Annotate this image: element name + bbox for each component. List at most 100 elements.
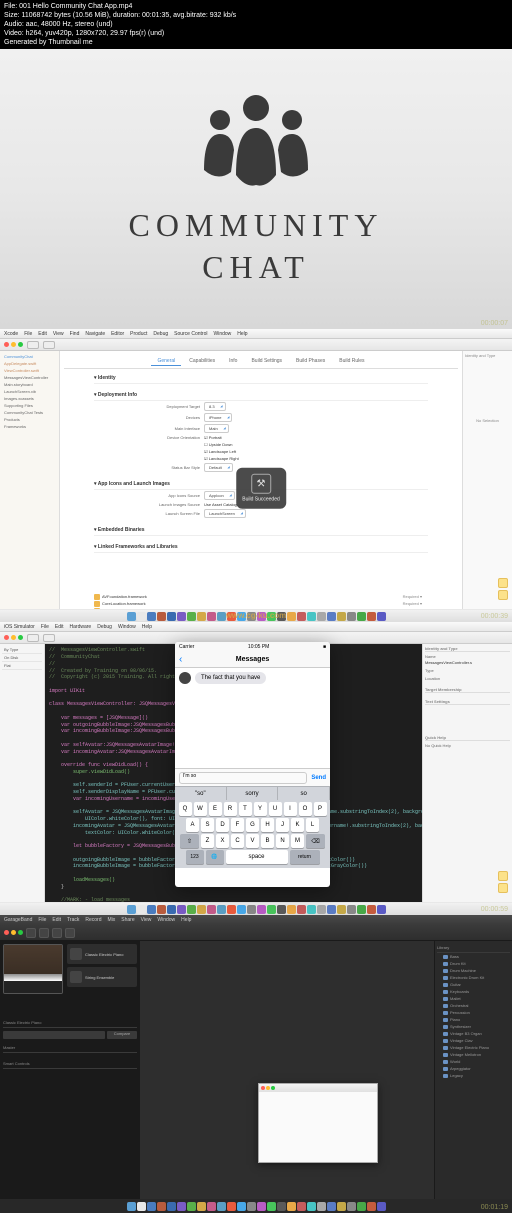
dock-app-icon[interactable] xyxy=(207,1202,216,1211)
dock-app-icon[interactable] xyxy=(217,905,226,914)
keyboard-key[interactable]: K xyxy=(291,818,304,832)
dock-app-icon[interactable] xyxy=(287,1202,296,1211)
library-item[interactable]: Mallet xyxy=(437,995,510,1002)
library-item[interactable]: Percussion xyxy=(437,1009,510,1016)
menu-item[interactable]: File xyxy=(38,917,46,923)
macos-dock[interactable] xyxy=(0,1199,512,1213)
dock-app-icon[interactable] xyxy=(197,905,206,914)
settings-tab[interactable]: Build Rules xyxy=(333,357,370,366)
library-item[interactable]: Vintage Clav xyxy=(437,1037,510,1044)
menu-item[interactable]: Window xyxy=(118,624,136,630)
track-timeline[interactable] xyxy=(140,941,434,1199)
dock-app-icon[interactable] xyxy=(267,1202,276,1211)
library-item[interactable]: Piano xyxy=(437,1016,510,1023)
warning-badge[interactable] xyxy=(498,883,508,893)
keyboard-key[interactable]: B xyxy=(261,834,274,848)
library-item[interactable]: Guitar xyxy=(437,981,510,988)
dock-app-icon[interactable] xyxy=(367,905,376,914)
dock-app-icon[interactable] xyxy=(307,905,316,914)
orient-right[interactable]: ☑ Landscape Right xyxy=(204,456,239,461)
library-item[interactable]: Vintage B3 Organ xyxy=(437,1030,510,1037)
menu-item[interactable]: Record xyxy=(85,917,101,923)
keyboard-key[interactable]: C xyxy=(231,834,244,848)
keyboard-key[interactable]: R xyxy=(224,802,237,816)
key-return[interactable]: return xyxy=(290,850,320,864)
key-space[interactable]: space xyxy=(226,850,288,864)
compare-button[interactable]: Compare xyxy=(107,1031,137,1039)
keyboard-key[interactable]: X xyxy=(216,834,229,848)
dock-app-icon[interactable] xyxy=(157,612,166,621)
library-item[interactable]: Drum Machine xyxy=(437,967,510,974)
devices-dropdown[interactable]: iPhone xyxy=(204,413,232,422)
keyboard-key[interactable]: Q xyxy=(179,802,192,816)
run-button[interactable] xyxy=(27,634,39,642)
menu-item[interactable]: Share xyxy=(121,917,134,923)
dock-app-icon[interactable] xyxy=(227,1202,236,1211)
menu-item[interactable]: iOS Simulator xyxy=(4,624,35,630)
keyboard-key[interactable]: ⇧ xyxy=(180,834,199,848)
dock-app-icon[interactable] xyxy=(147,1202,156,1211)
main-interface-dropdown[interactable]: Main xyxy=(204,424,229,433)
settings-tab[interactable]: Info xyxy=(223,357,243,366)
dock-app-icon[interactable] xyxy=(337,905,346,914)
dock-app-icon[interactable] xyxy=(307,1202,316,1211)
dock-app-icon[interactable] xyxy=(127,612,136,621)
settings-tabs[interactable]: GeneralCapabilitiesInfoBuild SettingsBui… xyxy=(64,355,458,369)
menu-item[interactable]: Window xyxy=(213,331,231,337)
daw-button[interactable] xyxy=(26,928,36,938)
menu-item[interactable]: Hardware xyxy=(70,624,92,630)
dock-app-icon[interactable] xyxy=(187,905,196,914)
dock-app-icon[interactable] xyxy=(277,612,286,621)
instrument-track[interactable]: String Ensemble xyxy=(70,970,134,984)
dock-app-icon[interactable] xyxy=(167,612,176,621)
dock-app-icon[interactable] xyxy=(327,905,336,914)
daw-button[interactable] xyxy=(65,928,75,938)
dock-app-icon[interactable] xyxy=(277,905,286,914)
dock-app-icon[interactable] xyxy=(347,1202,356,1211)
library-item[interactable]: World xyxy=(437,1058,510,1065)
menu-item[interactable]: Editor xyxy=(111,331,124,337)
dock-app-icon[interactable] xyxy=(297,1202,306,1211)
menu-item[interactable]: GarageBand xyxy=(4,917,32,923)
dock-app-icon[interactable] xyxy=(357,612,366,621)
tab-on-disk[interactable]: On Disk xyxy=(2,654,42,662)
library-item[interactable]: Drum Kit xyxy=(437,960,510,967)
warning-badge[interactable] xyxy=(498,590,508,600)
section-linked[interactable]: ▾ Linked Frameworks and Libraries xyxy=(94,542,428,553)
warning-badge[interactable] xyxy=(498,871,508,881)
orient-portrait[interactable]: ☑ Portrait xyxy=(204,435,222,440)
dock-app-icon[interactable] xyxy=(217,612,226,621)
menu-item[interactable]: View xyxy=(53,331,64,337)
dock-app-icon[interactable] xyxy=(187,1202,196,1211)
nav-item[interactable]: AppDelegate.swift xyxy=(2,360,57,367)
dock-app-icon[interactable] xyxy=(147,905,156,914)
dock-app-icon[interactable] xyxy=(127,905,136,914)
menu-item[interactable]: Edit xyxy=(55,624,64,630)
library-item[interactable]: Electronic Drum Kit xyxy=(437,974,510,981)
keyboard-key[interactable]: P xyxy=(314,802,327,816)
dock-app-icon[interactable] xyxy=(377,1202,386,1211)
project-navigator[interactable]: CommunityChat AppDelegate.swift ViewCont… xyxy=(0,351,60,609)
keyboard-key[interactable]: E xyxy=(209,802,222,816)
dock-app-icon[interactable] xyxy=(327,612,336,621)
suggestion[interactable]: "so" xyxy=(175,787,227,800)
dock-app-icon[interactable] xyxy=(147,612,156,621)
dock-app-icon[interactable] xyxy=(227,905,236,914)
nav-item[interactable]: ViewController.swift xyxy=(2,367,57,374)
menu-item[interactable]: Help xyxy=(237,331,247,337)
dock-app-icon[interactable] xyxy=(137,905,146,914)
dock-app-icon[interactable] xyxy=(297,612,306,621)
nav-item[interactable]: Main.storyboard xyxy=(2,381,57,388)
suggestion[interactable]: sorry xyxy=(227,787,279,800)
menu-item[interactable]: Help xyxy=(181,917,191,923)
dock-app-icon[interactable] xyxy=(347,612,356,621)
keyboard-key[interactable]: L xyxy=(306,818,319,832)
nav-item[interactable]: Frameworks xyxy=(2,423,57,430)
dock-app-icon[interactable] xyxy=(337,612,346,621)
deployment-target-dropdown[interactable]: 8.3 xyxy=(204,402,226,411)
dock-app-icon[interactable] xyxy=(217,1202,226,1211)
menu-item[interactable]: Navigate xyxy=(85,331,105,337)
dock-app-icon[interactable] xyxy=(237,905,246,914)
nav-item[interactable]: MessagesViewController xyxy=(2,374,57,381)
key-globe[interactable]: 🌐 xyxy=(206,850,224,864)
